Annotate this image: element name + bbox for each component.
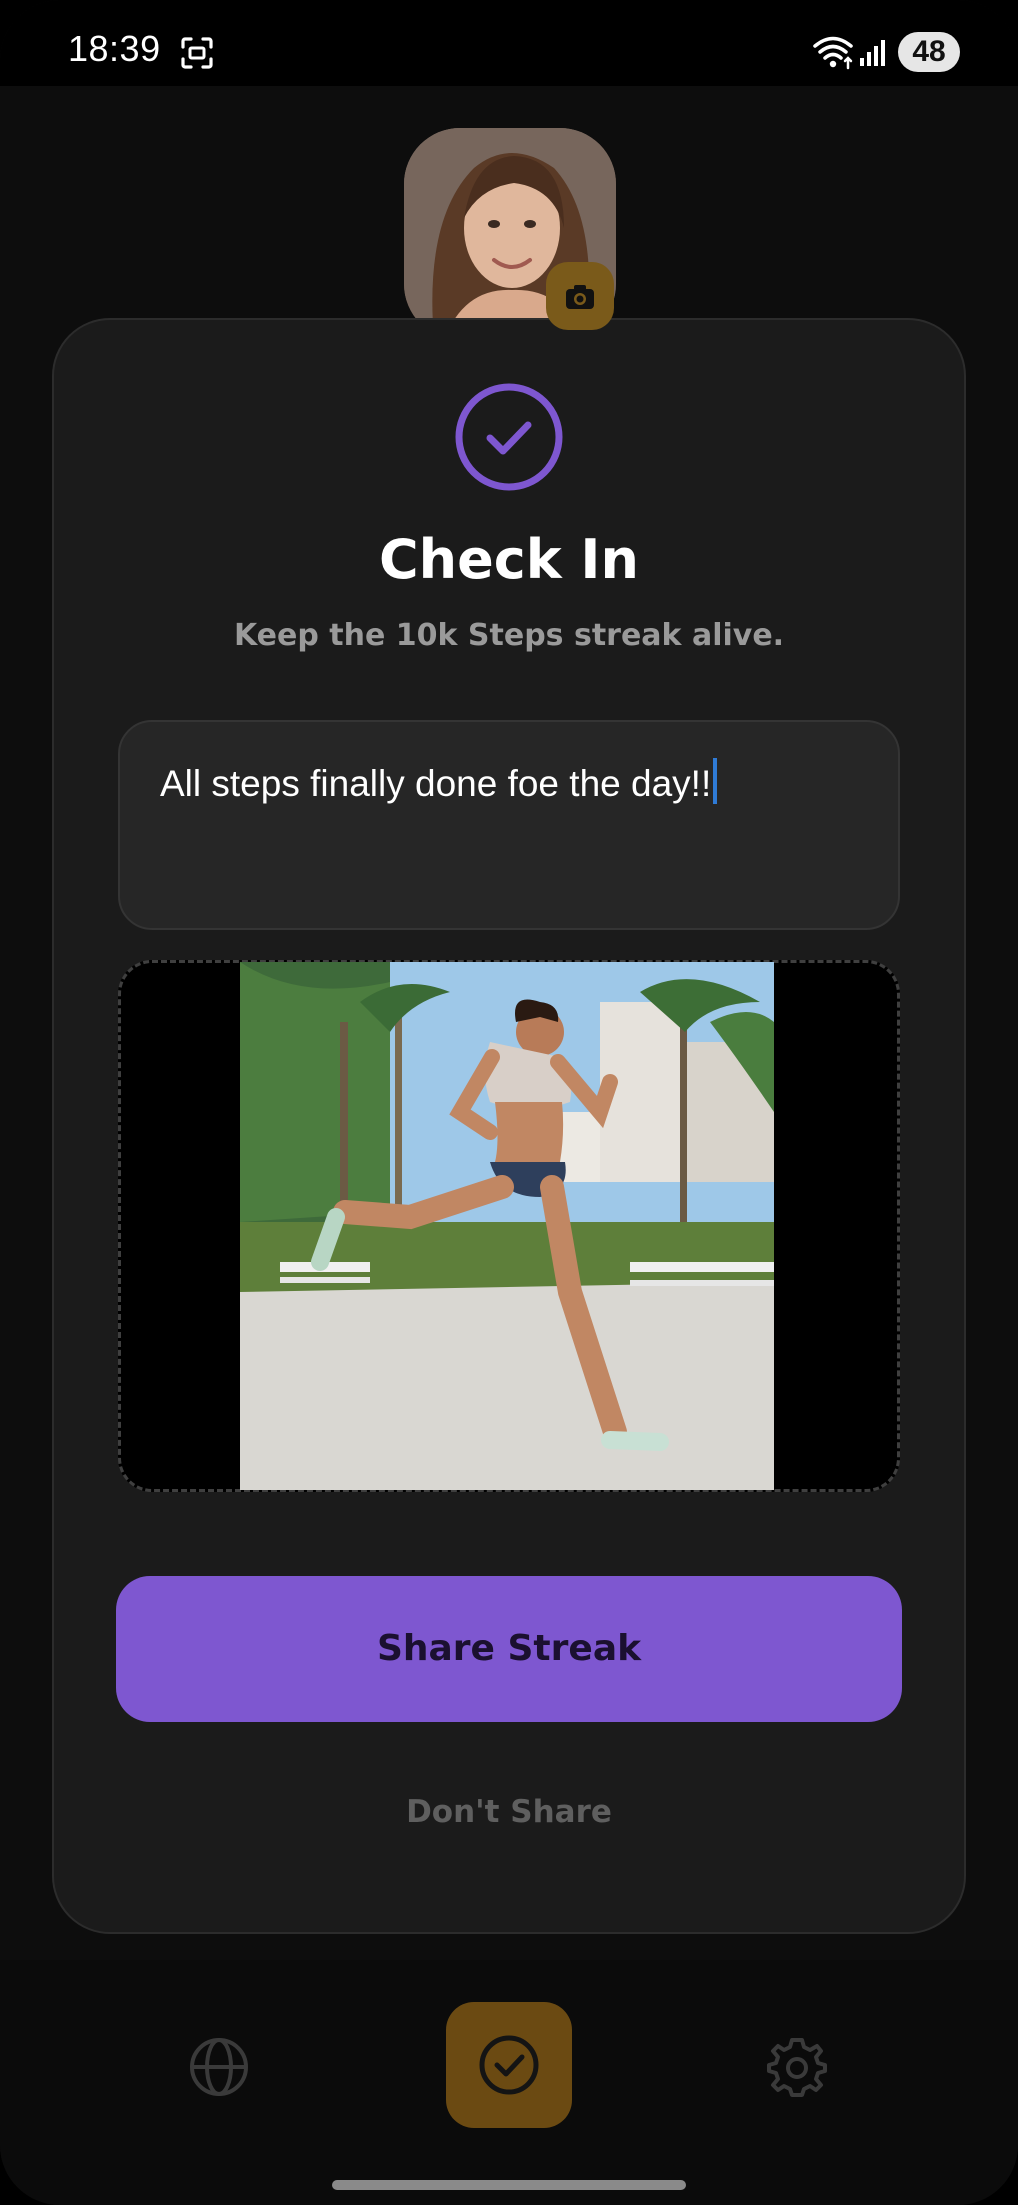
photo-preview[interactable] (240, 962, 774, 1490)
nav-checkin-button[interactable] (446, 2002, 572, 2128)
camera-icon[interactable] (546, 262, 614, 330)
globe-icon[interactable] (186, 2034, 252, 2100)
dialog-subtitle: Keep the 10k Steps streak alive. (233, 618, 785, 653)
note-input[interactable] (118, 720, 900, 930)
wifi-icon (813, 36, 853, 70)
home-indicator[interactable] (332, 2180, 686, 2190)
phone-screen: 18:39 48 Check In Keep the 10k Steps str… (0, 0, 1018, 2205)
status-bar: 18:39 48 (0, 0, 1018, 86)
share-streak-button[interactable]: Share Streak (116, 1576, 902, 1722)
signal-icon (860, 40, 885, 66)
check-circle-icon (455, 383, 563, 491)
gear-icon[interactable] (764, 2034, 830, 2100)
check-circle-icon (479, 2035, 539, 2095)
status-time: 18:39 (68, 28, 161, 69)
battery-level: 48 (898, 32, 960, 72)
dont-share-button[interactable]: Don't Share (52, 1794, 966, 1830)
screenshot-icon (181, 37, 213, 69)
note-input-value[interactable]: All steps finally done foe the day!! (160, 758, 718, 805)
dialog-title: Check In (379, 528, 639, 591)
text-cursor (713, 758, 718, 804)
